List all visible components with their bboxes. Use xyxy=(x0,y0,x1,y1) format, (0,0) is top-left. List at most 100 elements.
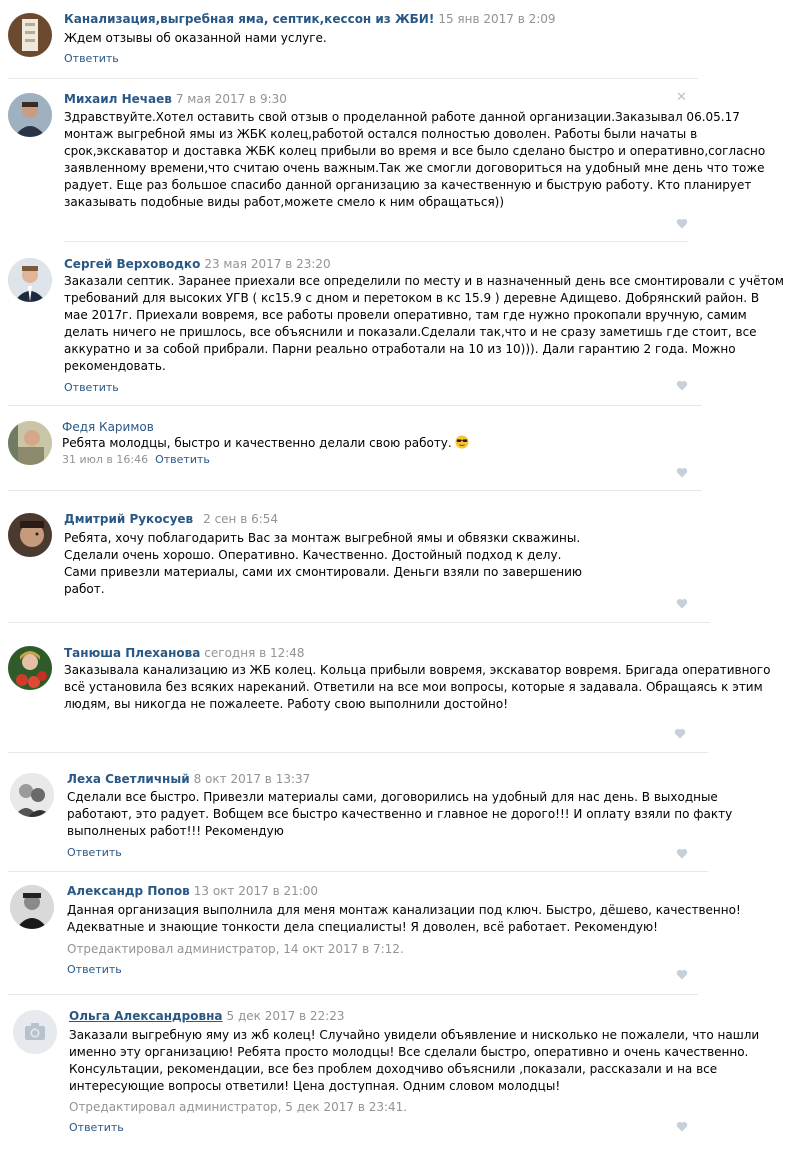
post-date[interactable]: 7 мая 2017 в 9:30 xyxy=(176,92,287,106)
text-line: именно эту организацию! Ребята просто мо… xyxy=(69,1045,749,1059)
heart-icon[interactable] xyxy=(676,598,688,609)
post-header: Федя Каримов xyxy=(62,420,154,434)
text-line: интересующие вопросы ответили! Цена дост… xyxy=(69,1079,561,1093)
author-name[interactable]: Сергей Верховодко xyxy=(64,257,200,271)
post-header: Михаил Нечаев 7 мая 2017 в 9:30 xyxy=(64,92,287,106)
sunglasses-emoji xyxy=(455,435,469,449)
text-line: работают, это радует. Вобщем все быстро … xyxy=(67,807,733,821)
text-line: Консультации, рекомендации, все без проб… xyxy=(69,1062,718,1076)
text-line: Ребята молодцы, быстро и качественно дел… xyxy=(62,435,469,452)
avatar[interactable] xyxy=(13,1010,57,1054)
post-meta: 31 июл в 16:46 Ответить xyxy=(62,453,210,466)
post-date[interactable]: 13 окт 2017 в 21:00 xyxy=(194,884,318,898)
post-date[interactable]: сегодня в 12:48 xyxy=(204,646,304,660)
text-line-content: Ребята молодцы, быстро и качественно дел… xyxy=(62,436,452,450)
post-date[interactable]: 2 сен в 6:54 xyxy=(203,512,278,526)
text-line: Сделали все быстро. Привезли материалы с… xyxy=(67,790,718,804)
author-name[interactable]: Федя Каримов xyxy=(62,420,154,434)
close-icon[interactable]: ✕ xyxy=(676,90,687,105)
text-line: заявленному времени,что считаю очень важ… xyxy=(64,161,765,175)
text-line: требований для высоких УГВ ( кс15.9 с дн… xyxy=(64,291,760,305)
text-line: Данная организация выполнила для меня мо… xyxy=(67,903,741,917)
author-name[interactable]: Канализация,выгребная яма, септик,кессон… xyxy=(64,12,434,26)
post-text: Заказывала канализацию из ЖБ колец. Коль… xyxy=(64,662,770,713)
post-text: Ребята молодцы, быстро и качественно дел… xyxy=(62,435,469,452)
reply-button[interactable]: Ответить xyxy=(69,1121,124,1134)
post-date[interactable]: 8 окт 2017 в 13:37 xyxy=(194,772,311,786)
author-name[interactable]: Ольга Александровна xyxy=(69,1009,223,1023)
heart-icon[interactable] xyxy=(676,969,688,980)
post-text: Сделали все быстро. Привезли материалы с… xyxy=(67,789,732,840)
edited-note: Отредактировал администратор, 14 окт 201… xyxy=(67,942,404,956)
post-date[interactable]: 5 дек 2017 в 22:23 xyxy=(227,1009,345,1023)
avatar[interactable] xyxy=(8,93,52,137)
post-text: Ждем отзывы об оказанной нами услуге. xyxy=(64,30,327,47)
heart-icon[interactable] xyxy=(676,380,688,391)
text-line: монтаж выгребной ямы из ЖБК колец,работо… xyxy=(64,127,698,141)
avatar[interactable] xyxy=(8,258,52,302)
text-line: Сами привезли материалы, сами их смонтир… xyxy=(64,565,583,579)
text-line: срок,экскаватор и доставка ЖБК колец при… xyxy=(64,144,766,158)
post-date[interactable]: 15 янв 2017 в 2:09 xyxy=(438,12,555,26)
text-line: работ. xyxy=(64,582,105,596)
author-name[interactable]: Танюша Плеханова xyxy=(64,646,200,660)
reply-button[interactable]: Ответить xyxy=(64,381,119,394)
author-name[interactable]: Леха Светличный xyxy=(67,772,190,786)
author-name[interactable]: Дмитрий Рукосуев xyxy=(64,512,193,526)
avatar[interactable] xyxy=(8,13,52,57)
author-name[interactable]: Александр Попов xyxy=(67,884,190,898)
post-date[interactable]: 31 июл в 16:46 xyxy=(62,453,148,466)
reply-button[interactable]: Ответить xyxy=(155,453,210,466)
post-header: Канализация,выгребная яма, септик,кессон… xyxy=(64,12,556,26)
heart-icon[interactable] xyxy=(676,848,688,859)
text-line: делать ничего не пришлось, все объяснили… xyxy=(64,325,757,339)
post-header: Ольга Александровна 5 дек 2017 в 22:23 xyxy=(69,1009,345,1023)
text-line: Заказали выгребную яму из жб колец! Случ… xyxy=(69,1028,760,1042)
reply-button[interactable]: Ответить xyxy=(67,846,122,859)
post-header: Александр Попов 13 окт 2017 в 21:00 xyxy=(67,884,318,898)
separator xyxy=(64,241,688,242)
separator xyxy=(8,994,698,995)
heart-icon[interactable] xyxy=(676,467,688,478)
post-date[interactable]: 23 мая 2017 в 23:20 xyxy=(204,257,330,271)
text-line: мае 2017г. Приехали вовремя, все работы … xyxy=(64,308,747,322)
edited-note: Отредактировал администратор, 5 дек 2017… xyxy=(69,1100,408,1114)
text-line: рекомендовать. xyxy=(64,359,166,373)
post-text: Заказали выгребную яму из жб колец! Случ… xyxy=(69,1027,759,1095)
text-line: Заказывала канализацию из ЖБ колец. Коль… xyxy=(64,663,771,677)
heart-icon[interactable] xyxy=(676,218,688,229)
separator xyxy=(8,752,708,753)
reply-button[interactable]: Ответить xyxy=(64,52,119,65)
post-header: Танюша Плеханова сегодня в 12:48 xyxy=(64,646,305,660)
reply-button[interactable]: Ответить xyxy=(67,963,122,976)
separator xyxy=(8,490,702,491)
post-header: Сергей Верховодко 23 мая 2017 в 23:20 xyxy=(64,257,331,271)
text-line: Ждем отзывы об оказанной нами услуге. xyxy=(64,31,327,45)
text-line: всё установила без всяких нареканий. Отв… xyxy=(64,680,763,694)
text-line: Ребята, хочу поблагодарить Вас за монтаж… xyxy=(64,531,581,545)
post-text: Заказали септик. Заранее приехали все оп… xyxy=(64,273,784,375)
post-header: Леха Светличный 8 окт 2017 в 13:37 xyxy=(67,772,310,786)
avatar[interactable] xyxy=(10,773,54,817)
text-line: радует. Еще раз большое спасибо данной о… xyxy=(64,178,752,192)
separator xyxy=(8,405,702,406)
avatar[interactable] xyxy=(8,646,52,690)
text-line: заказывать подобные виды работ,можете см… xyxy=(64,195,505,209)
separator xyxy=(8,78,698,79)
text-line: аккуратно и за собой прибрали. Парни реа… xyxy=(64,342,736,356)
post-text: Данная организация выполнила для меня мо… xyxy=(67,902,741,936)
heart-icon[interactable] xyxy=(674,728,686,739)
avatar[interactable] xyxy=(10,885,54,929)
author-name[interactable]: Михаил Нечаев xyxy=(64,92,172,106)
text-line: Сделали очень хорошо. Оперативно. Качест… xyxy=(64,548,562,562)
text-line: Здравствуйте.Хотел оставить свой отзыв о… xyxy=(64,110,740,124)
separator xyxy=(8,871,708,872)
avatar[interactable] xyxy=(8,421,52,465)
heart-icon[interactable] xyxy=(676,1121,688,1132)
text-line: выполненых работ!!! Рекомендую xyxy=(67,824,284,838)
separator xyxy=(8,622,710,623)
post-header: Дмитрий Рукосуев 2 сен в 6:54 xyxy=(64,512,278,526)
text-line: Адекватные и знающие тонкости дела специ… xyxy=(67,920,658,934)
text-line: людям, вы никогда не пожалеете. Работу с… xyxy=(64,697,509,711)
avatar[interactable] xyxy=(8,513,52,557)
